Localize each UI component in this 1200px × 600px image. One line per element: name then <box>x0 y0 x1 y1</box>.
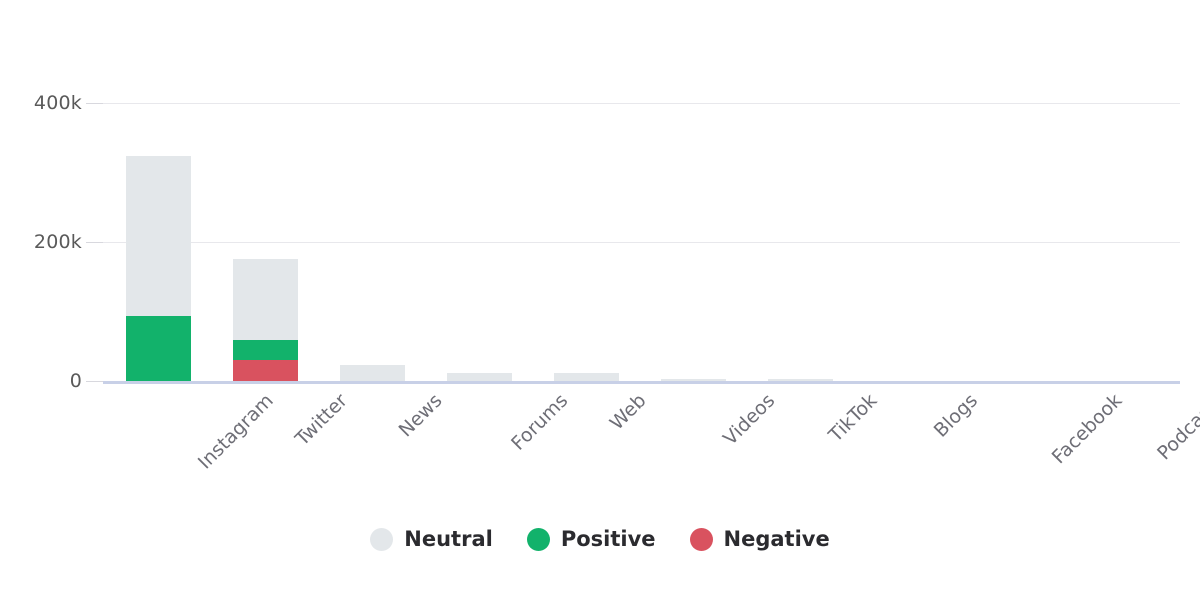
bar-segment-neutral[interactable] <box>233 258 298 340</box>
legend-label: Neutral <box>404 527 493 551</box>
y-tick-mark <box>86 103 103 104</box>
x-tick-label: Instagram <box>193 389 278 474</box>
x-tick-label: Forums <box>506 389 572 455</box>
y-tick-label: 400k <box>33 92 82 114</box>
legend-item[interactable]: Positive <box>526 527 656 551</box>
bar-segment-negative[interactable] <box>233 360 298 381</box>
legend-swatch-icon <box>526 528 550 551</box>
bar-segment-positive[interactable] <box>126 316 191 381</box>
y-tick-label: 0 <box>69 370 82 392</box>
bar-group[interactable] <box>982 0 1047 381</box>
bar-segment-neutral[interactable] <box>340 365 405 381</box>
bar-group[interactable] <box>447 0 512 381</box>
chart-legend: Neutral Positive Negative <box>0 528 1200 551</box>
plot-area: 0 200k 400k Instagram Twitter News Forums Web V… <box>0 0 1200 600</box>
x-tick-label: Twitter <box>290 389 352 451</box>
legend-label: Positive <box>560 527 656 551</box>
bar-group[interactable] <box>768 0 833 381</box>
x-tick-label: TikTok <box>824 389 881 447</box>
legend-label: Negative <box>723 527 830 551</box>
x-tick-label: Videos <box>718 389 779 450</box>
bar-group[interactable] <box>340 0 405 381</box>
x-tick-label: Podcasts <box>1152 389 1200 465</box>
y-tick-mark <box>86 242 103 243</box>
x-tick-label: Facebook <box>1047 389 1126 469</box>
bar-segment-neutral[interactable] <box>768 379 833 381</box>
bar-group[interactable] <box>233 0 298 381</box>
sentiment-by-source-chart: 0 200k 400k Instagram Twitter News Forums Web V… <box>0 0 1200 600</box>
bar-group[interactable] <box>554 0 619 381</box>
bar-segment-neutral[interactable] <box>661 379 726 381</box>
bar-segment-positive[interactable] <box>233 339 298 361</box>
legend-swatch-icon <box>689 528 713 551</box>
bar-segment-neutral[interactable] <box>554 372 619 381</box>
y-tick-label: 200k <box>33 231 82 253</box>
bar-group[interactable] <box>875 0 940 381</box>
x-tick-label: Web <box>605 389 651 435</box>
bar-group[interactable] <box>661 0 726 381</box>
legend-swatch-icon <box>370 528 394 551</box>
legend-item[interactable]: Neutral <box>370 528 493 551</box>
bar-segment-neutral[interactable] <box>447 372 512 381</box>
legend-item[interactable]: Negative <box>689 527 830 551</box>
x-tick-label: Blogs <box>929 389 982 442</box>
bar-group[interactable] <box>1089 0 1154 381</box>
x-tick-label: News <box>394 389 446 442</box>
y-tick-mark <box>86 381 103 382</box>
x-axis-baseline <box>103 381 1180 384</box>
bar-group[interactable] <box>126 0 191 381</box>
bar-segment-neutral[interactable] <box>126 155 191 317</box>
